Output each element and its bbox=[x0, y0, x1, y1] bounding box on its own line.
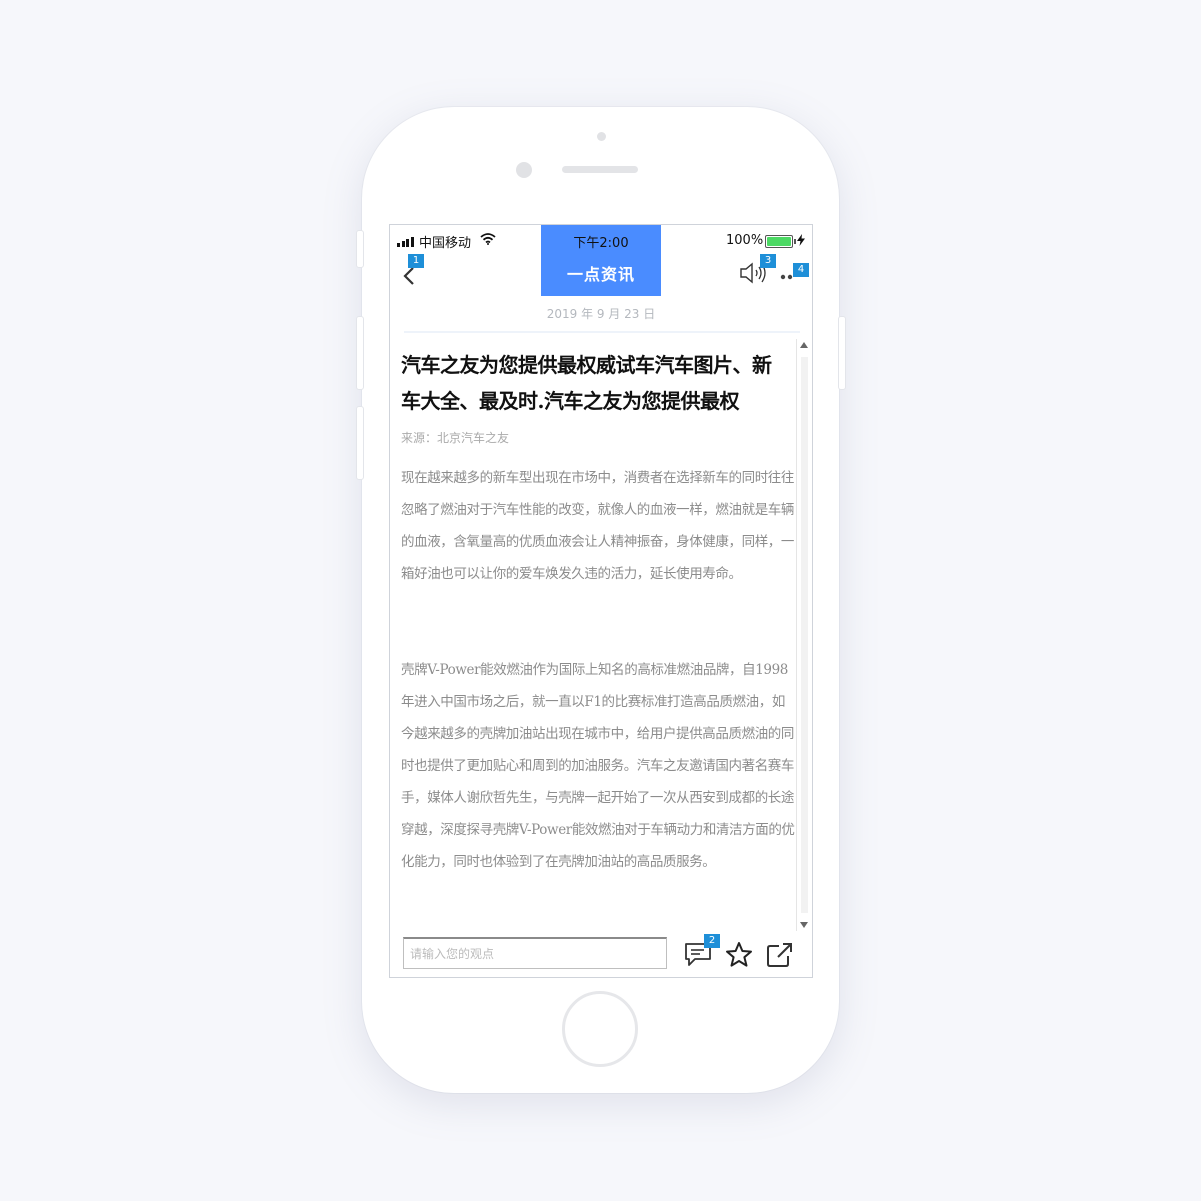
star-icon bbox=[726, 942, 752, 967]
front-camera bbox=[516, 162, 532, 178]
share-icon bbox=[767, 943, 792, 967]
proximity-sensor bbox=[597, 132, 606, 141]
badge-volume: 3 bbox=[760, 254, 776, 268]
earpiece-speaker bbox=[562, 166, 638, 173]
volume-down-button bbox=[356, 406, 364, 480]
more-icon bbox=[780, 274, 793, 280]
badge-comment: 2 bbox=[704, 934, 720, 948]
header-title-block: 下午2:00 一点资讯 bbox=[541, 225, 661, 296]
article-date: 2019 年 9 月 23 日 bbox=[546, 307, 656, 321]
more-button[interactable] bbox=[780, 267, 794, 286]
charging-icon bbox=[797, 234, 805, 246]
favorite-button[interactable] bbox=[725, 941, 753, 972]
home-button[interactable] bbox=[562, 991, 638, 1067]
signal-icon bbox=[397, 237, 414, 247]
badge-back: 1 bbox=[408, 254, 424, 268]
badge-more: 4 bbox=[793, 263, 809, 277]
status-time: 下午2:00 bbox=[573, 236, 629, 251]
volume-up-button bbox=[356, 316, 364, 390]
scroll-down-arrow-icon[interactable] bbox=[800, 922, 808, 928]
article-content[interactable]: 汽车之友为您提供最权威试车汽车图片、新车大全、最及时.汽车之友为您提供最权 来源… bbox=[400, 339, 796, 927]
scroll-up-arrow-icon[interactable] bbox=[800, 342, 808, 348]
app-title: 一点资讯 bbox=[566, 265, 635, 284]
article-paragraph: 现在越来越多的新车型出现在市场中，消费者在选择新车的同时往往忽略了燃油对于汽车性… bbox=[401, 470, 794, 582]
battery-percent: 100% bbox=[726, 233, 764, 248]
carrier-name: 中国移动 bbox=[419, 236, 472, 251]
share-button[interactable] bbox=[766, 942, 794, 972]
power-button bbox=[838, 316, 846, 390]
article-paragraph: 壳牌V-Power能效燃油作为国际上知名的高标准燃油品牌，自1998年进入中国市… bbox=[401, 662, 795, 870]
scroll-track[interactable] bbox=[801, 357, 808, 913]
article-headline: 汽车之友为您提供最权威试车汽车图片、新车大全、最及时.汽车之友为您提供最权 bbox=[401, 353, 772, 413]
article-source: 来源：北京汽车之友 bbox=[401, 431, 510, 445]
bottom-action-bar: 2 bbox=[390, 931, 812, 977]
wifi-icon bbox=[480, 233, 496, 245]
divider bbox=[404, 331, 800, 333]
scrollbar[interactable] bbox=[796, 339, 812, 934]
comment-input[interactable] bbox=[403, 937, 667, 969]
app-screen: 中国移动 100% 下午2:00 一点资讯 1 3 4 2019 年 9 月 2… bbox=[389, 224, 813, 978]
mute-switch bbox=[356, 230, 364, 268]
battery-icon bbox=[765, 235, 796, 248]
